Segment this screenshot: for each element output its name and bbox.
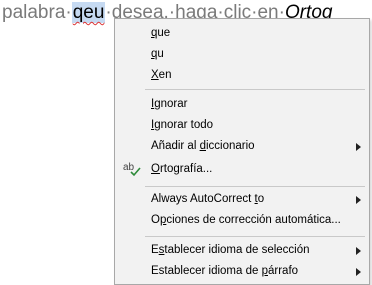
menu-item-ignore-all[interactable]: Ignorar todo <box>115 115 369 136</box>
spellcheck-icon: ab <box>123 162 141 177</box>
menu-separator <box>145 186 365 187</box>
menu-item-label: en <box>158 69 172 81</box>
menu-item-label: o <box>257 193 265 205</box>
menu-item-add-to-dictionary[interactable]: Añadir al diccionario <box>115 136 369 157</box>
menu-item-label: ciones de corrección automática... <box>166 214 341 226</box>
menu-separator <box>145 89 365 90</box>
accel-key: O <box>151 163 160 175</box>
text-before: palabra· <box>2 2 72 23</box>
submenu-arrow-icon <box>356 247 361 255</box>
svg-text:ab: ab <box>123 162 135 173</box>
accel-key: X <box>151 69 159 81</box>
menu-item-always-autocorrect-to[interactable]: Always AutoCorrect to <box>115 189 369 210</box>
submenu-arrow-icon <box>356 143 361 151</box>
menu-item-label: árrafo <box>268 265 299 277</box>
menu-item-label-prefix: O <box>151 214 160 226</box>
menu-item-label-prefix: E <box>151 244 159 256</box>
menu-item-ignore[interactable]: Ignorar <box>115 94 369 115</box>
menu-item-label-prefix: Always AutoCorrect <box>151 193 255 205</box>
menu-item-label-prefix: Añadir al <box>151 140 200 152</box>
menu-item-label: u <box>157 48 164 60</box>
submenu-arrow-icon <box>356 268 361 276</box>
menu-separator <box>145 236 365 237</box>
menu-item-label: rtografía... <box>159 163 213 175</box>
menu-item-label: tablecer idioma de selección <box>164 244 310 256</box>
menu-item-label-prefix: Establecer idioma de <box>151 265 262 277</box>
menu-item-suggestion-que[interactable]: que <box>115 23 369 44</box>
submenu-arrow-icon <box>356 196 361 204</box>
menu-item-suggestion-xen[interactable]: Xen <box>115 65 369 86</box>
menu-item-set-selection-language[interactable]: Establecer idioma de selección <box>115 240 369 261</box>
menu-item-suggestion-qu[interactable]: qu <box>115 44 369 65</box>
menu-item-label: gnorar todo <box>154 119 214 131</box>
menu-item-spelling[interactable]: ab Ortografía... <box>115 159 369 180</box>
spellcheck-context-menu: que qu Xen Ignorar Ignorar todo Añadir a… <box>114 18 370 285</box>
menu-item-autocorrect-options[interactable]: Opciones de corrección automática... <box>115 210 369 231</box>
menu-item-set-paragraph-language[interactable]: Establecer idioma de párrafo <box>115 261 369 282</box>
menu-item-label: gnorar <box>154 98 188 110</box>
menu-item-label: ue <box>157 27 171 39</box>
menu-item-label: iccionario <box>206 140 255 152</box>
misspelled-word[interactable]: qeu <box>71 2 106 23</box>
